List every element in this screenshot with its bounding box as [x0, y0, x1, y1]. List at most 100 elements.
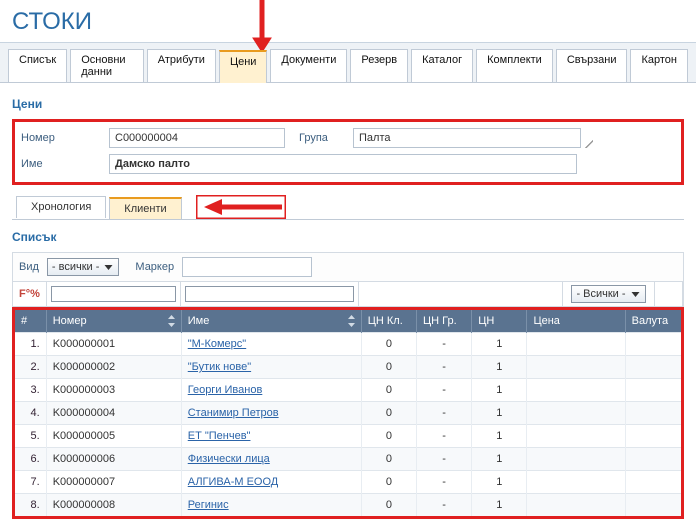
row-name-link[interactable]: АЛГИВА-М ЕООД [188, 476, 279, 488]
chevron-down-icon [103, 260, 114, 274]
row-number: K000000006 [46, 448, 181, 471]
row-cn-group: - [417, 425, 472, 448]
row-name-link[interactable]: ЕТ "Пенчев" [188, 430, 251, 442]
row-name-link[interactable]: Физически лица [188, 453, 270, 465]
tab-резерв[interactable]: Резерв [350, 49, 408, 82]
col-name[interactable]: Име [188, 315, 210, 327]
row-price[interactable] [527, 379, 625, 402]
col-cn-group[interactable]: ЦН Гр. [417, 309, 472, 333]
number-label: Номер [21, 132, 109, 144]
row-index: 4. [14, 402, 47, 425]
row-price[interactable] [527, 356, 625, 379]
row-name-link[interactable]: Станимир Петров [188, 407, 279, 419]
row-cn: 1 [472, 494, 527, 518]
table-row[interactable]: 2.K000000002"Бутик нове"0-1 [14, 356, 683, 379]
number-field[interactable] [109, 128, 285, 148]
sub-tabs: ХронологияКлиенти [12, 196, 182, 218]
subtab-хронология[interactable]: Хронология [16, 196, 106, 218]
row-currency [625, 356, 682, 379]
filter-bar: Вид - всички - Маркер [12, 252, 684, 282]
name-field[interactable] [109, 154, 577, 174]
page-title: СТОКИ [0, 0, 696, 43]
col-currency[interactable]: Валута [625, 309, 682, 333]
row-price[interactable] [527, 494, 625, 518]
row-index: 3. [14, 379, 47, 402]
table-row[interactable]: 1.K000000001"М-Комерс"0-1 [14, 333, 683, 356]
row-index: 1. [14, 333, 47, 356]
row-cn-client: 0 [361, 379, 416, 402]
table-row[interactable]: 8.K000000008Регинис0-1 [14, 494, 683, 518]
col-cn[interactable]: ЦН [472, 309, 527, 333]
marker-filter-label: Маркер [135, 261, 174, 273]
tab-свързани[interactable]: Свързани [556, 49, 628, 82]
tab-каталог[interactable]: Каталог [411, 49, 473, 82]
tab-списък[interactable]: Списък [8, 49, 67, 82]
tab-документи[interactable]: Документи [270, 49, 347, 82]
name-label: Име [21, 158, 109, 170]
sort-icon[interactable] [346, 314, 357, 328]
row-number: K000000003 [46, 379, 181, 402]
filter-end-cell [655, 282, 683, 307]
type-filter-select[interactable]: - всички - [47, 258, 120, 276]
type-filter-label: Вид [19, 261, 39, 273]
col-number[interactable]: Номер [53, 315, 87, 327]
col-price[interactable]: Цена [527, 309, 625, 333]
row-currency [625, 448, 682, 471]
row-price[interactable] [527, 425, 625, 448]
prices-section-title: Цени [12, 97, 684, 111]
tab-комплекти[interactable]: Комплекти [476, 49, 553, 82]
type-filter-value: - всички - [52, 261, 100, 273]
tab-атрибути[interactable]: Атрибути [147, 49, 216, 82]
table-row[interactable]: 4.K000000004Станимир Петров0-1 [14, 402, 683, 425]
row-price[interactable] [527, 333, 625, 356]
row-cn: 1 [472, 356, 527, 379]
row-currency [625, 494, 682, 518]
product-info-box: Номер Група Име [12, 119, 684, 185]
subtab-клиенти[interactable]: Клиенти [109, 197, 181, 219]
row-cn-group: - [417, 379, 472, 402]
column-filter-row: F°% - Всички - [12, 282, 684, 307]
tab-основни данни[interactable]: Основни данни [70, 49, 144, 82]
row-name-link[interactable]: Георги Иванов [188, 384, 263, 396]
row-price[interactable] [527, 402, 625, 425]
scope-filter-select[interactable]: - Всички - [571, 285, 645, 303]
row-name-link[interactable]: "М-Комерс" [188, 338, 246, 350]
row-number: K000000001 [46, 333, 181, 356]
resize-handle-icon[interactable] [583, 138, 593, 148]
table-row[interactable]: 6.K000000006Физически лица0-1 [14, 448, 683, 471]
row-index: 5. [14, 425, 47, 448]
col-index[interactable]: # [21, 315, 27, 327]
filter-function-button[interactable]: F°% [13, 282, 47, 307]
row-index: 7. [14, 471, 47, 494]
row-number: K000000005 [46, 425, 181, 448]
row-number: K000000002 [46, 356, 181, 379]
chevron-down-icon [630, 287, 641, 301]
row-currency [625, 379, 682, 402]
row-currency [625, 402, 682, 425]
col-cn-client[interactable]: ЦН Кл. [361, 309, 416, 333]
tab-картон[interactable]: Картон [630, 49, 688, 82]
row-index: 6. [14, 448, 47, 471]
table-row[interactable]: 5.K000000005ЕТ "Пенчев"0-1 [14, 425, 683, 448]
row-name-link[interactable]: Регинис [188, 499, 229, 511]
table-row[interactable]: 7.K000000007АЛГИВА-М ЕООД0-1 [14, 471, 683, 494]
filter-number-input[interactable] [51, 286, 176, 302]
row-number: K000000007 [46, 471, 181, 494]
marker-filter-input[interactable] [182, 257, 312, 277]
row-cn-group: - [417, 333, 472, 356]
sort-icon[interactable] [166, 314, 177, 328]
row-cn-client: 0 [361, 425, 416, 448]
row-index: 8. [14, 494, 47, 518]
row-cn-group: - [417, 471, 472, 494]
tab-цени[interactable]: Цени [219, 50, 267, 83]
list-section-title: Списък [12, 230, 684, 244]
row-price[interactable] [527, 471, 625, 494]
group-field[interactable] [353, 128, 581, 148]
row-cn-client: 0 [361, 333, 416, 356]
row-name-link[interactable]: "Бутик нове" [188, 361, 251, 373]
table-row[interactable]: 3.K000000003Георги Иванов0-1 [14, 379, 683, 402]
row-cn-group: - [417, 494, 472, 518]
row-price[interactable] [527, 448, 625, 471]
filter-name-input[interactable] [185, 286, 354, 302]
row-cn-group: - [417, 402, 472, 425]
